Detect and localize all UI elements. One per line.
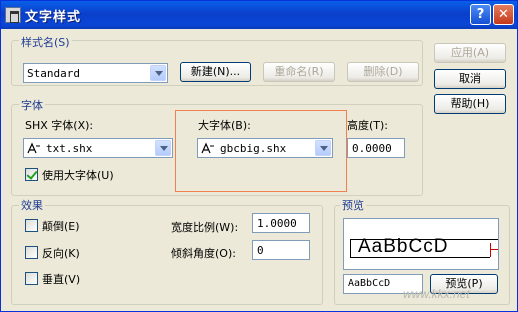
shx-font-value: txt.shx [46,142,93,155]
shx-font-select[interactable]: txt.shx [23,138,173,158]
help-title-button[interactable]: ? [470,4,491,25]
chevron-down-icon[interactable] [155,140,171,156]
preview-right-tick [490,243,491,257]
backwards-label[interactable]: 反向(K) [42,245,80,261]
preview-right-mark [490,249,498,250]
rename-button[interactable]: 重命名(R) [263,62,335,82]
preview-area: AaBbCcD [343,218,499,270]
text-style-dialog: 文字样式 ? ✕ 样式名(S) Standard 新建(N)... 重命名(R)… [0,0,518,312]
help-button[interactable]: 帮助(H) [434,94,506,114]
style-name-value: Standard [27,67,80,80]
oblique-angle-input[interactable]: 0 [252,240,310,260]
preview-text-value: AaBbCcD [348,278,391,289]
watermark-text: www.kkx.net [403,287,470,301]
width-factor-label: 宽度比例(W): [171,221,239,234]
backwards-checkbox[interactable] [25,246,38,259]
effects-group-label: 效果 [19,197,45,213]
shx-font-icon [27,142,40,154]
upside-down-label[interactable]: 颠倒(E) [42,218,80,234]
height-label: 高度(T): [347,119,389,132]
use-big-font-checkbox[interactable] [25,168,38,181]
oblique-angle-label: 倾斜角度(O): [171,247,236,260]
width-factor-value: 1.0000 [257,217,297,230]
height-value: 0.0000 [352,142,392,155]
oblique-angle-value: 0 [257,244,264,257]
delete-button[interactable]: 删除(D) [347,62,419,82]
use-big-font-label[interactable]: 使用大字体(U) [42,167,114,183]
close-button[interactable]: ✕ [493,4,514,25]
cancel-button[interactable]: 取消 [434,69,506,89]
highlight-box [175,110,347,192]
apply-button[interactable]: 应用(A) [434,43,506,63]
new-style-button[interactable]: 新建(N)... [180,62,251,82]
style-name-select[interactable]: Standard [23,63,168,83]
shx-font-label: SHX 字体(X): [25,119,94,132]
dialog-content: 样式名(S) Standard 新建(N)... 重命名(R) 删除(D) 应用… [1,29,517,311]
upside-down-checkbox[interactable] [25,219,38,232]
window-title: 文字样式 [25,10,82,25]
app-icon [5,7,21,23]
chevron-down-icon[interactable] [150,65,166,81]
height-input[interactable]: 0.0000 [347,138,405,158]
vertical-label[interactable]: 垂直(V) [42,271,80,287]
style-name-group-label: 样式名(S) [19,34,72,50]
preview-group-label: 预览 [340,197,366,213]
preview-sample-text: AaBbCcD [358,236,449,257]
font-group-label: 字体 [19,97,45,113]
width-factor-input[interactable]: 1.0000 [252,213,310,233]
preview-left-mark [350,239,351,257]
vertical-checkbox[interactable] [25,272,38,285]
title-bar[interactable]: 文字样式 ? ✕ [1,1,517,29]
